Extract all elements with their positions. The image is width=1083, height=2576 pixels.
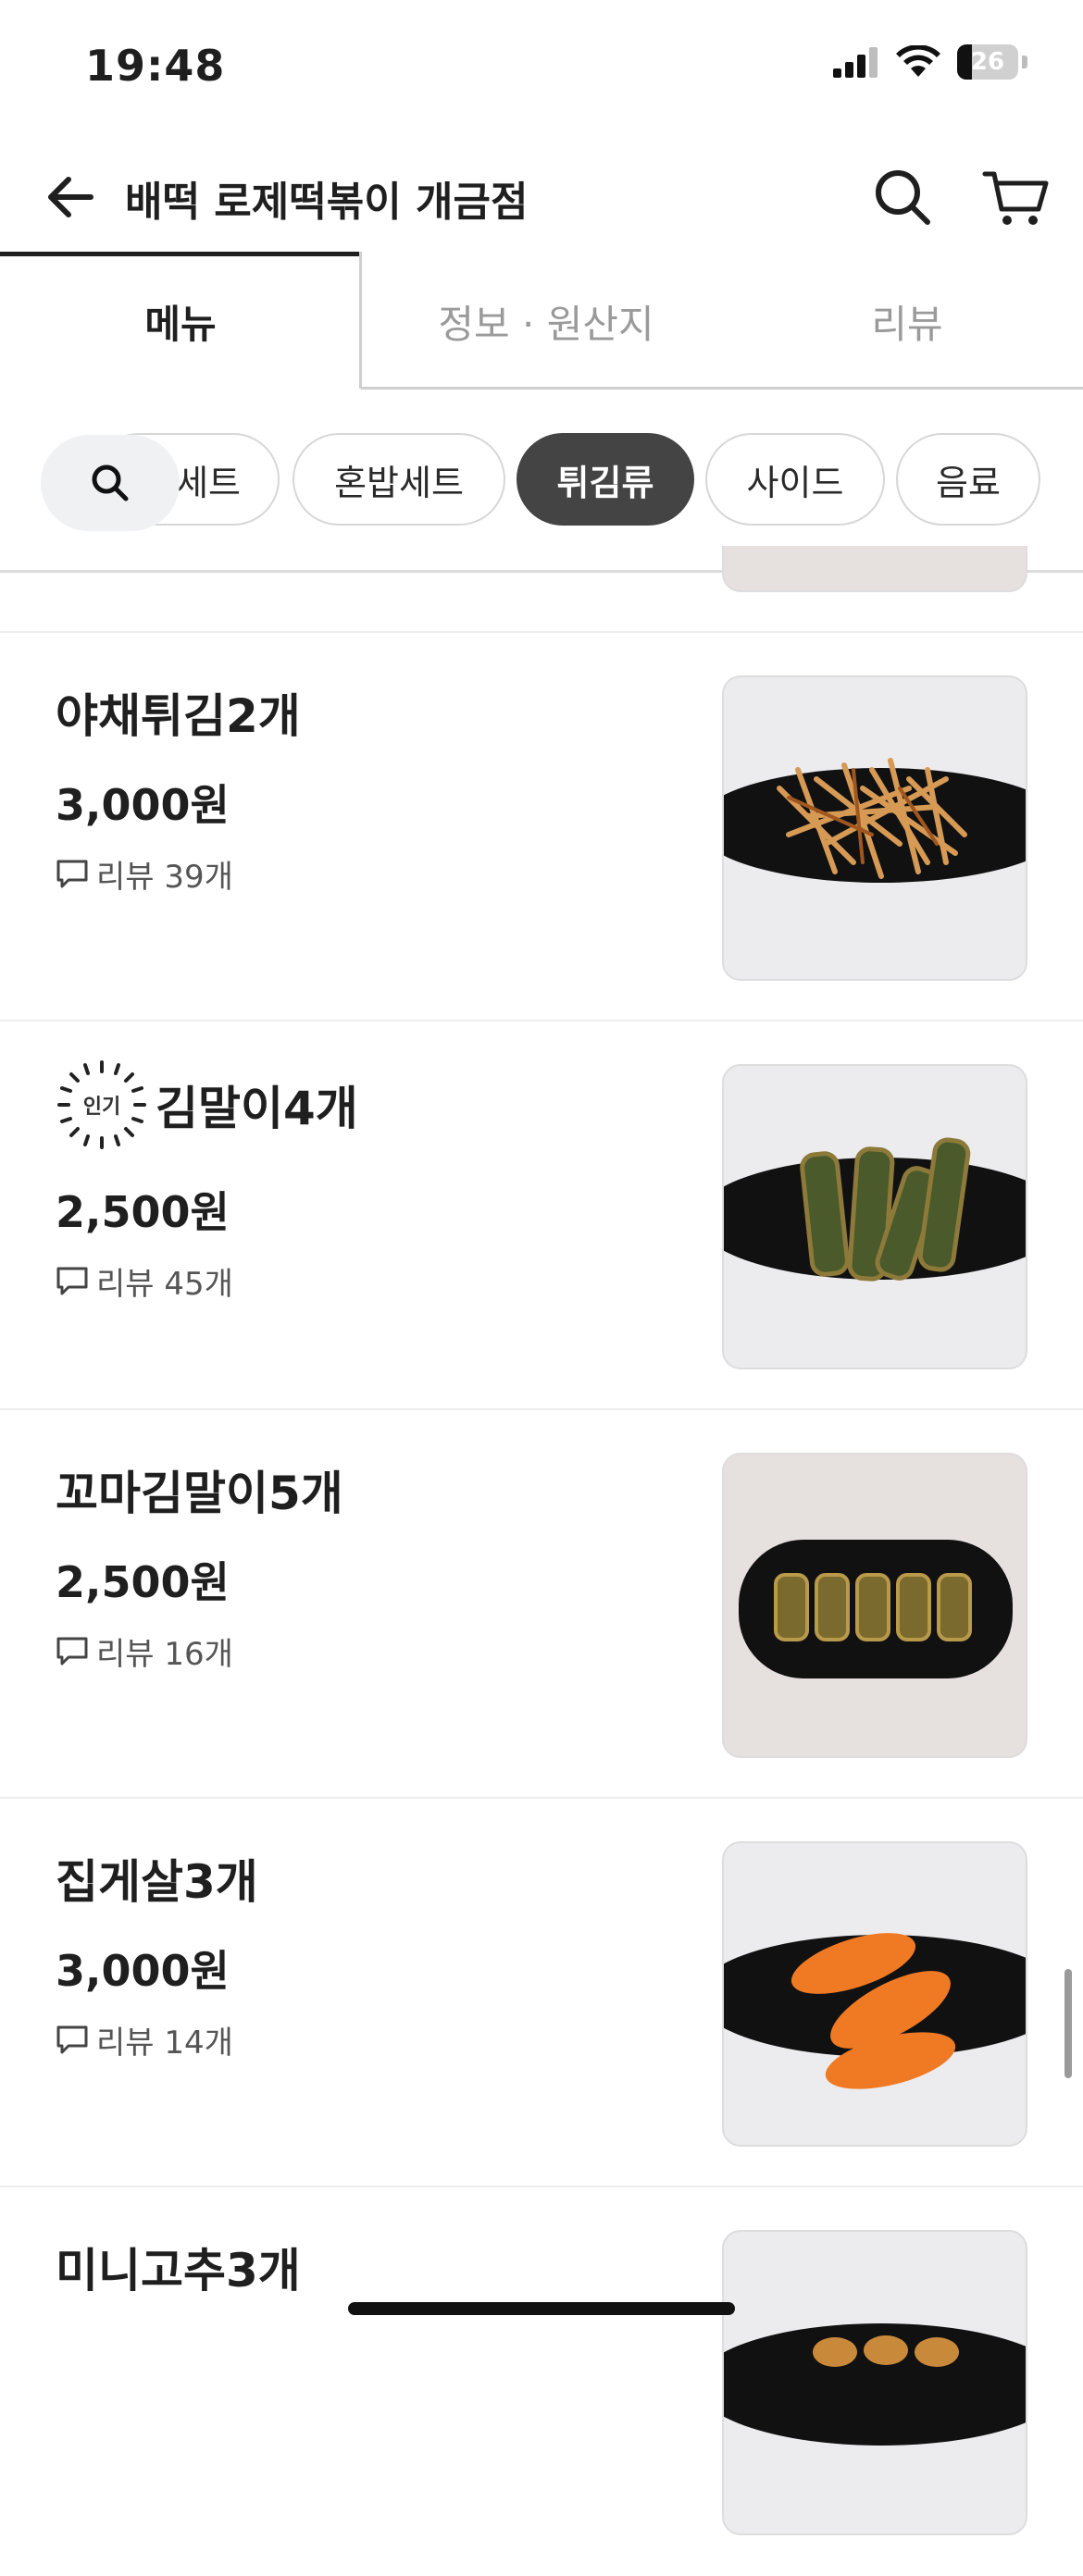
tab-menu[interactable]: 메뉴 <box>0 252 361 390</box>
tab-bar: 메뉴 정보 · 원산지 리뷰 <box>0 252 1083 390</box>
speech-bubble-icon <box>56 1637 88 1665</box>
menu-item-image <box>722 1841 1027 2147</box>
tab-reviews[interactable]: 리뷰 <box>731 252 1083 390</box>
menu-item-review-count: 리뷰 39개 <box>96 859 233 896</box>
menu-item-image <box>722 1453 1027 1758</box>
tab-info[interactable]: 정보 · 원산지 <box>361 252 731 390</box>
wifi-icon <box>896 45 940 77</box>
menu-item-name: 야채튀김2개 <box>56 689 301 743</box>
chip-side[interactable]: 사이드 <box>705 433 885 526</box>
menu-item-name: 집게살3개 <box>56 1855 258 1909</box>
menu-item-price: 3,000원 <box>56 1946 230 1996</box>
menu-item-title-row: 인기 김말이4개 <box>56 1059 358 1151</box>
menu-item[interactable]: 야채튀김2개 3,000원 리뷰 39개 <box>0 633 1083 1022</box>
popular-badge: 인기 <box>56 1059 148 1151</box>
menu-item[interactable]: 미니고추3개 <box>0 2187 1083 2576</box>
chip-search-button[interactable] <box>41 435 180 531</box>
menu-item[interactable]: 인기 김말이4개 2,500원 리뷰 45개 <box>0 1022 1083 1410</box>
menu-item-review: 리뷰 14개 <box>56 2017 233 2062</box>
search-icon[interactable] <box>870 165 935 229</box>
menu-item-name: 김말이4개 <box>156 1082 358 1135</box>
category-chips: 세트 혼밥세트 튀김류 사이드 음료 <box>0 427 1083 537</box>
menu-item-review-count: 리뷰 14개 <box>96 2025 233 2062</box>
status-icons: 26 <box>833 44 1027 80</box>
menu-item-price: 3,000원 <box>56 780 230 830</box>
menu-item-image <box>722 1064 1027 1369</box>
menu-item-review: 리뷰 16개 <box>56 1629 233 1674</box>
store-title: 배떡 로제떡볶이 개금점 <box>125 179 529 226</box>
status-time: 19:48 <box>85 41 226 91</box>
menu-item[interactable]: 꼬마김말이5개 2,500원 리뷰 16개 <box>0 1410 1083 1799</box>
cellular-signal-icon <box>833 47 878 78</box>
menu-item-price: 2,500원 <box>56 1187 230 1237</box>
menu-item-name: 미니고추3개 <box>56 2244 301 2297</box>
menu-item-image <box>722 2230 1027 2535</box>
back-arrow-icon[interactable] <box>41 167 102 228</box>
chip-drinks[interactable]: 음료 <box>896 433 1040 526</box>
popular-badge-label: 인기 <box>82 1096 121 1119</box>
speech-bubble-icon <box>56 860 88 887</box>
speech-bubble-icon <box>56 1267 88 1294</box>
cart-icon[interactable] <box>981 165 1052 229</box>
battery-cap <box>1022 56 1027 68</box>
menu-item-review-count: 리뷰 16개 <box>96 1636 233 1673</box>
menu-item-review: 리뷰 39개 <box>56 851 233 897</box>
menu-item-image <box>722 675 1027 981</box>
battery-level: 26 <box>970 48 1005 76</box>
scrollbar[interactable] <box>1064 1969 1072 2078</box>
chip-solo-set[interactable]: 혼밥세트 <box>293 433 505 526</box>
menu-item-name: 꼬마김말이5개 <box>56 1467 343 1520</box>
chip-fried[interactable]: 튀김류 <box>517 433 694 526</box>
home-indicator[interactable] <box>348 2302 735 2315</box>
speech-bubble-icon <box>56 2025 88 2053</box>
menu-item-price: 2,500원 <box>56 1557 230 1607</box>
search-icon <box>92 464 129 502</box>
previous-item-image <box>722 546 1027 592</box>
battery-icon: 26 <box>957 44 1018 80</box>
menu-item-review: 리뷰 45개 <box>56 1258 233 1304</box>
menu-item[interactable]: 집게살3개 3,000원 리뷰 14개 <box>0 1799 1083 2187</box>
menu-item-review-count: 리뷰 45개 <box>96 1266 233 1303</box>
